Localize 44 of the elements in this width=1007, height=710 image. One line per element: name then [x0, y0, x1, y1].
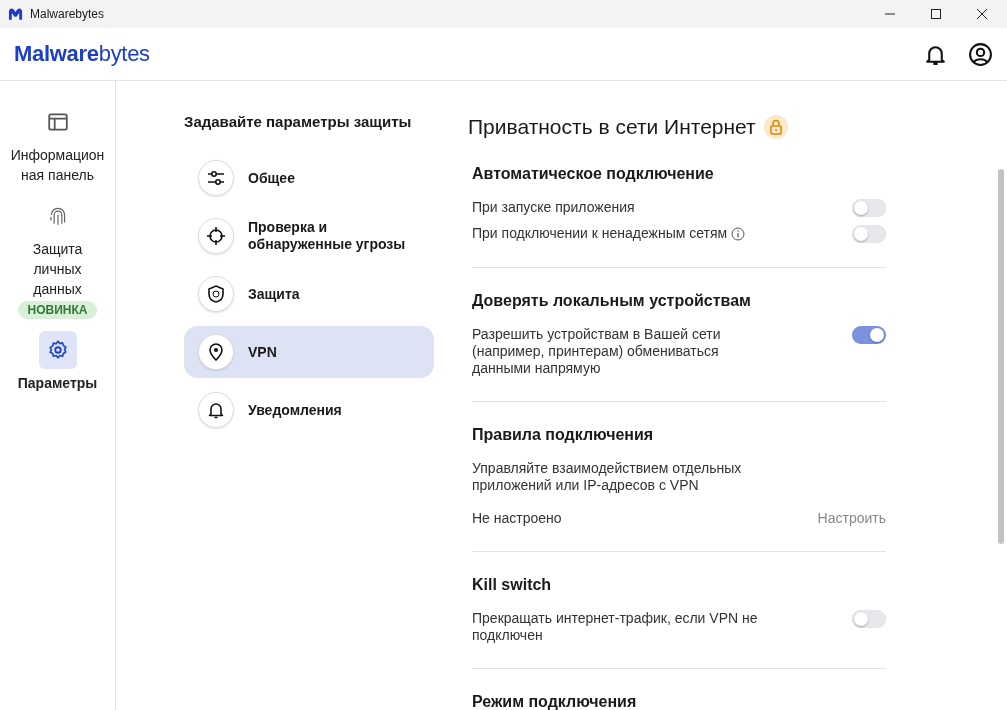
maximize-icon[interactable]: [931, 9, 941, 19]
sliders-icon: [206, 168, 226, 188]
configure-link[interactable]: Настроить: [817, 510, 886, 527]
new-badge: НОВИНКА: [17, 301, 98, 319]
toggle-switch[interactable]: [852, 610, 886, 628]
settings-menu-item[interactable]: Проверка и обнаруженные угрозы: [184, 210, 434, 262]
account-icon[interactable]: [968, 41, 993, 67]
section-heading: Доверять локальным устройствам: [472, 292, 752, 310]
location-pin-icon: [206, 342, 226, 362]
toggle-switch[interactable]: [852, 199, 886, 217]
section-heading: Правила подключения: [472, 426, 655, 444]
nav-label[interactable]: Параметры: [7, 373, 108, 393]
status-text: Не настроено: [472, 510, 562, 527]
nav-label[interactable]: Информационная панель: [7, 145, 108, 185]
nav-icon-tile[interactable]: [38, 331, 77, 369]
toggle-switch[interactable]: [852, 326, 886, 344]
settings-menu-item[interactable]: Общее: [184, 152, 434, 204]
lock-icon: [763, 115, 788, 139]
section-heading: Kill switch: [472, 576, 553, 594]
close-icon[interactable]: [977, 9, 987, 19]
section-description: Управляйте взаимодействием отдельных приложений или IP-адресов с VPN: [472, 460, 743, 494]
settings-menu-item[interactable]: Уведомления: [184, 384, 434, 436]
settings-icon: [46, 339, 69, 361]
setting-label: При запуске приложения: [472, 199, 635, 216]
setting-label: При подключении к ненадежным сетям: [472, 225, 728, 242]
toggle-switch[interactable]: [852, 225, 886, 243]
crosshair-icon: [206, 226, 226, 246]
settings-menu-item[interactable]: VPN: [184, 326, 434, 378]
setting-label: Прекращать интернет-трафик, если VPN не подключен: [472, 610, 759, 644]
nav-label[interactable]: Защита личных данных: [7, 239, 108, 299]
info-icon[interactable]: [731, 226, 746, 241]
brand-logo: Malwarebytes: [14, 41, 150, 67]
app-logo-icon: [8, 7, 23, 21]
section-heading: Автоматическое подключение: [472, 165, 715, 183]
dashboard-icon: [46, 111, 69, 133]
window-title: Malwarebytes: [30, 7, 106, 21]
shield-icon: [206, 284, 226, 304]
settings-menu-item[interactable]: Защита: [184, 268, 434, 320]
section-heading: Режим подключения: [472, 693, 638, 710]
menu-heading: Задавайте параметры защиты: [184, 113, 413, 130]
page-title: Приватность в сети Интернет: [468, 115, 756, 139]
bell-icon: [206, 400, 226, 420]
setting-label: Разрешить устройствам в Вашей сети (например, принтерам) обмениваться данными напрямую: [472, 326, 722, 377]
scrollbar-drawing[interactable]: [998, 169, 1004, 544]
